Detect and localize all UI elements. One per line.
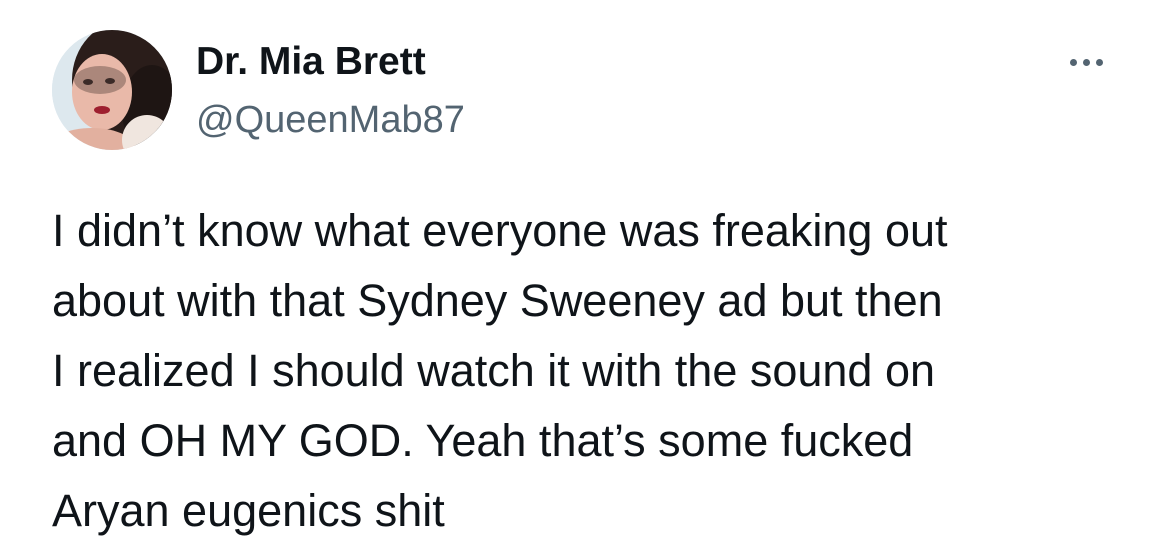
avatar[interactable] <box>52 30 172 150</box>
dot <box>1069 58 1077 66</box>
tweet-text-line: I didn’t know what everyone was freaking… <box>52 205 948 256</box>
author-display-name[interactable]: Dr. Mia Brett <box>196 38 426 86</box>
tweet-text-line: I realized I should watch it with the so… <box>52 345 936 396</box>
tweet-text: I didn’t know what everyone was freaking… <box>52 196 1142 546</box>
dot <box>1082 58 1090 66</box>
dot <box>1095 58 1103 66</box>
more-options-icon[interactable] <box>1058 42 1114 82</box>
tweet-text-line: and OH MY GOD. Yeah that’s some fucked <box>52 415 914 466</box>
avatar-image <box>52 30 172 150</box>
tweet-text-line: Aryan eugenics shit <box>52 485 445 536</box>
tweet-text-line: about with that Sydney Sweeney ad but th… <box>52 275 943 326</box>
tweet: Dr. Mia Brett @QueenMab87 I didn’t know … <box>0 0 1170 560</box>
author-handle[interactable]: @QueenMab87 <box>196 96 465 144</box>
